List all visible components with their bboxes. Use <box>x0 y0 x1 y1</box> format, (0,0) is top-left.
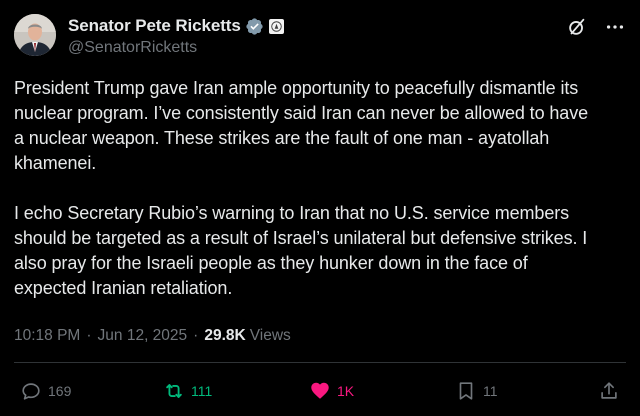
more-icon[interactable] <box>604 16 626 38</box>
grok-icon[interactable] <box>566 16 588 38</box>
share-icon <box>601 382 617 399</box>
tweet-time[interactable]: 10:18 PM <box>14 327 80 345</box>
action-bar: 169 111 1K 11 <box>0 380 640 408</box>
tweet-meta: 10:18 PM · Jun 12, 2025 · 29.8K Views <box>14 327 291 345</box>
avatar[interactable] <box>14 14 56 56</box>
top-actions <box>566 16 626 38</box>
repost-count: 111 <box>191 383 213 399</box>
meta-separator: · <box>86 327 92 344</box>
bookmark-button[interactable]: 11 <box>455 380 498 402</box>
divider <box>14 362 626 363</box>
reply-button[interactable]: 169 <box>20 380 71 402</box>
senate-seal-icon[interactable] <box>268 18 284 34</box>
views-count[interactable]: 29.8K <box>204 327 245 345</box>
reply-count: 169 <box>48 383 72 399</box>
bookmark-count: 11 <box>483 383 498 399</box>
bookmark-icon <box>459 382 473 400</box>
tweet-date[interactable]: Jun 12, 2025 <box>98 327 188 345</box>
repost-icon <box>166 384 182 398</box>
like-count: 1K <box>337 383 355 399</box>
verified-badge-icon[interactable] <box>245 17 264 36</box>
like-button[interactable]: 1K <box>309 380 354 402</box>
display-name[interactable]: Senator Pete Ricketts <box>68 16 241 36</box>
views-label: Views <box>249 327 291 344</box>
share-button[interactable] <box>598 380 620 402</box>
tweet-header: Senator Pete Ricketts @SenatorRicketts <box>14 12 626 60</box>
handle[interactable]: @SenatorRicketts <box>68 39 284 57</box>
meta-separator: · <box>193 327 199 344</box>
repost-button[interactable]: 111 <box>163 380 212 402</box>
reply-icon <box>22 383 40 400</box>
tweet-text: President Trump gave Iran ample opportun… <box>14 78 589 298</box>
heart-icon <box>311 382 329 399</box>
